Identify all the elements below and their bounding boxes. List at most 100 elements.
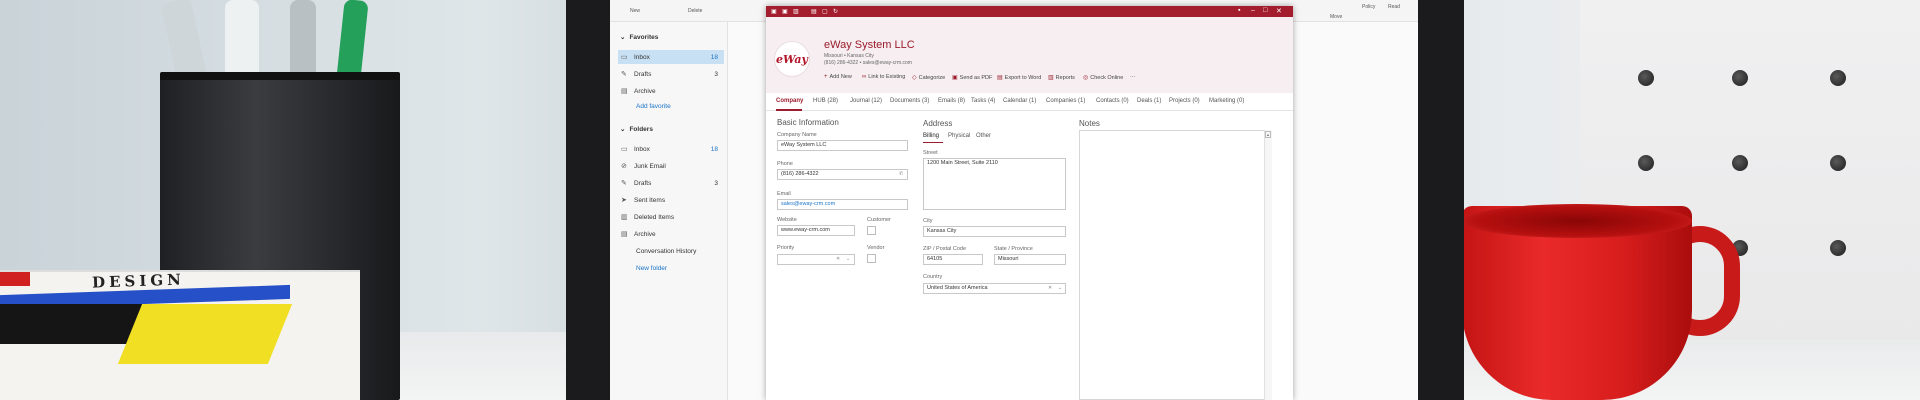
scroll-up-icon[interactable]: ▴ [1265,131,1271,138]
folder-inbox[interactable]: ▭ Inbox 18 [618,142,724,156]
send-icon: ➤ [621,197,627,204]
ribbon-toggle-icon[interactable]: ▪ [1238,7,1240,14]
tab-company[interactable]: Company [776,98,803,104]
peg [1732,70,1748,86]
ribbon-delete[interactable]: Delete [688,8,702,14]
tab-deals[interactable]: Deals (1) [1137,98,1161,104]
folder-sent-items[interactable]: ➤ Sent Items [618,193,724,207]
folder-conversation-history[interactable]: Conversation History [636,248,696,255]
tab-documents[interactable]: Documents (3) [890,98,929,104]
link-icon: ∞ [862,74,867,80]
folder-archive[interactable]: ▤ Archive [618,227,724,241]
pdf-icon: ▣ [952,75,958,81]
street-field[interactable]: 1200 Main Street, Suite 2110 [923,158,1066,210]
clear-icon[interactable]: ✕ [1048,285,1052,291]
dialog-header: eWay eWay System LLC Missouri • Kansas C… [766,17,1293,93]
chevron-down-icon[interactable]: ⌄ [1058,285,1062,291]
categorize-button[interactable]: ◇ Categorize [912,74,945,82]
favorites-header[interactable]: ⌄ Favorites [620,33,658,42]
ribbon-policy[interactable]: Policy [1362,4,1375,10]
favorite-archive[interactable]: ▤ Archive [618,84,724,98]
tab-marketing[interactable]: Marketing (0) [1209,98,1244,104]
zip-field[interactable]: 64105 [923,254,983,265]
address-tab-physical[interactable]: Physical [948,133,970,139]
city-label: City [923,218,933,224]
vendor-label: Vendor [867,245,885,251]
folders-header[interactable]: ⌄ Folders [620,125,653,134]
country-label: Country [923,274,943,280]
city-field[interactable]: Kansas City [923,226,1066,237]
print-icon[interactable]: ▤ [811,8,817,15]
folder-junk-email[interactable]: ⊘ Junk Email [618,159,724,173]
clear-icon[interactable]: ✕ [836,256,840,262]
inbox-icon: ▭ [621,146,628,153]
folder-deleted-items[interactable]: ▥ Deleted Items [618,210,724,224]
export-to-word-button[interactable]: ▤ Export to Word [997,74,1041,82]
peg [1830,155,1846,171]
ribbon-read[interactable]: Read [1388,4,1400,10]
new-folder-link[interactable]: New folder [636,265,667,272]
plus-icon: + [824,74,828,80]
favorite-drafts[interactable]: ✎ Drafts 3 [618,67,724,81]
maximize-icon[interactable]: □ [1263,7,1267,14]
zip-label: ZIP / Postal Code [923,246,967,252]
favorite-inbox[interactable]: ▭ Inbox 18 [618,50,724,64]
link-to-existing-button[interactable]: ∞ Link to Existing [862,74,905,80]
dialog-titlebar: ▣ ▣ ▥ ▤ ▢ ↻ ▪ – □ ✕ [766,6,1293,17]
address-tab-other[interactable]: Other [976,133,991,139]
address-title: Address [923,119,953,128]
check-online-button[interactable]: ◎ Check Online [1083,74,1123,82]
trash-icon: ▥ [621,214,628,221]
notes-scrollbar[interactable] [1264,130,1272,400]
more-actions-button[interactable]: ··· [1130,74,1136,80]
website-field[interactable]: www.eway-crm.com [777,225,855,236]
state-field[interactable]: Missouri [994,254,1066,265]
tab-hub[interactable]: HUB (28) [813,98,838,104]
peg [1638,155,1654,171]
address-tab-billing[interactable]: Billing [923,133,939,139]
ribbon-move[interactable]: Move [1330,14,1342,20]
address-tab-underline [923,142,943,143]
refresh-icon[interactable]: ↻ [833,8,838,15]
tab-companies[interactable]: Companies (1) [1046,98,1085,104]
tab-tasks[interactable]: Tasks (4) [971,98,995,104]
tab-contacts[interactable]: Contacts (0) [1096,98,1129,104]
archive-icon: ▤ [621,88,628,95]
company-title: eWay System LLC [824,39,915,51]
email-field[interactable]: sales@eway-crm.com [777,199,908,210]
tab-emails[interactable]: Emails (8) [938,98,965,104]
folder-drafts[interactable]: ✎ Drafts 3 [618,176,724,190]
company-name-label: Company Name [777,132,817,138]
close-icon[interactable]: ✕ [1276,7,1282,15]
priority-select[interactable] [777,254,855,265]
delete-icon[interactable]: ▥ [793,8,799,15]
lock-icon[interactable]: ▢ [822,8,828,15]
company-name-field[interactable]: eWay System LLC [777,140,908,151]
ribbon-new[interactable]: New [630,8,640,14]
save-close-icon[interactable]: ▣ [782,8,788,15]
save-icon[interactable]: ▣ [771,8,777,15]
phone-field[interactable]: (816) 286-4322 [777,169,908,180]
add-favorite-link[interactable]: Add favorite [636,103,671,110]
globe-icon: ◎ [1083,75,1089,81]
notes-editor[interactable] [1079,130,1272,400]
more-icon: ··· [1130,74,1136,80]
vendor-checkbox[interactable] [867,254,876,263]
reports-button[interactable]: ▥ Reports [1048,74,1075,82]
country-select[interactable]: United States of America [923,283,1066,294]
company-contact-line: (816) 286-4322 • sales@eway-crm.com [824,60,912,66]
eway-logo: eWay [774,41,810,77]
send-as-pdf-button[interactable]: ▣ Send as PDF [952,74,992,82]
add-new-button[interactable]: + Add New [824,74,852,80]
chevron-down-icon[interactable]: ⌄ [846,256,850,262]
tag-icon: ◇ [912,75,917,81]
priority-label: Priority [777,245,795,251]
street-label: Street [923,150,938,156]
tab-calendar[interactable]: Calendar (1) [1003,98,1036,104]
minimize-icon[interactable]: – [1251,7,1255,14]
phone-dial-icon[interactable]: ✆ [899,171,903,177]
dialog-tabbar: Company HUB (28) Journal (12) Documents … [766,93,1293,111]
tab-projects[interactable]: Projects (0) [1169,98,1200,104]
customer-checkbox[interactable] [867,226,876,235]
tab-journal[interactable]: Journal (12) [850,98,882,104]
